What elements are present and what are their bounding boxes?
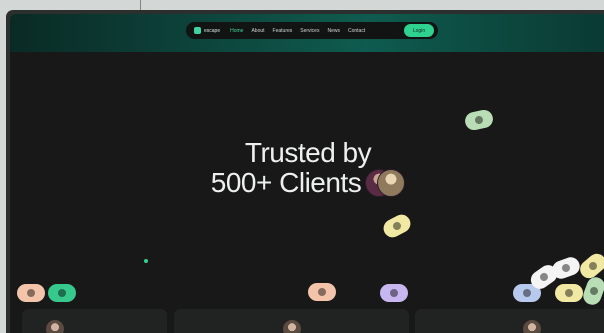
hero-line-1: Trusted by [244,137,372,168]
nav-link-features[interactable]: Features [273,28,293,34]
dot-icon [474,115,484,125]
testimonial-cards [10,309,604,333]
avatar [377,169,406,197]
dot-icon [587,260,599,272]
testimonial-card[interactable] [22,309,167,333]
float-pill-icon [555,284,583,302]
float-pill-icon [17,284,45,302]
nav-link-home[interactable]: Home [230,28,243,34]
logo-text: escape [204,27,221,34]
nav-link-contact[interactable]: Contact [348,28,365,34]
avatar [46,320,65,333]
dot-icon [588,285,600,297]
hero-line-2: 500+ Clients [210,167,406,198]
nav-link-about[interactable]: About [251,28,264,34]
avatar [523,320,541,333]
login-button[interactable]: Login [404,24,434,37]
logo-icon [194,27,201,34]
float-pill-icon [308,283,336,301]
dot-icon [390,289,398,297]
hero-line-2-text: 500+ Clients [210,167,362,198]
browser-frame: escape Home About Features Services News… [6,10,604,333]
testimonial-card[interactable] [415,309,604,333]
site-screen: escape Home About Features Services News… [10,14,604,333]
nav-links: Home About Features Services News Contac… [230,28,373,34]
float-pill-icon [576,250,604,282]
dot-icon [560,262,572,274]
testimonial-card[interactable] [174,309,409,333]
top-navbar: escape Home About Features Services News… [186,22,438,39]
dot-icon [523,289,531,297]
float-pill-icon [380,211,414,241]
dot-icon [391,220,403,232]
nav-link-news[interactable]: News [327,28,340,34]
top-divider [140,0,141,10]
nav-link-services[interactable]: Services [300,28,319,34]
dot-icon [565,289,573,297]
float-pill-icon [48,284,76,302]
float-pill-icon [580,274,604,308]
dot-icon [58,289,66,297]
client-avatars [365,169,406,197]
float-pill-icon [380,284,408,302]
hero-heading: Trusted by 500+ Clients [198,138,418,198]
logo[interactable]: escape [194,27,220,34]
float-pill-icon [463,108,495,132]
dot-icon [538,271,550,283]
dot-icon [318,288,326,296]
avatar [282,320,301,333]
accent-dot [144,259,148,263]
dot-icon [27,289,35,297]
